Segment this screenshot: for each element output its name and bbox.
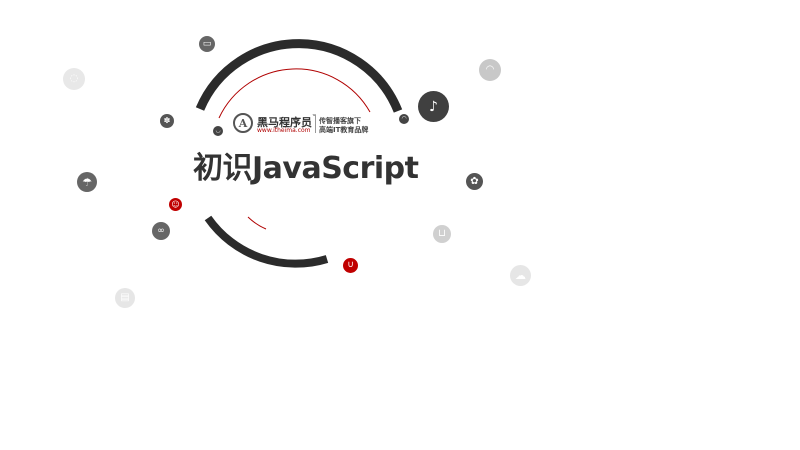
tv-icon: ▭ <box>199 36 215 52</box>
cloud-icon: ☁ <box>510 265 531 286</box>
magnet-icon: ∪ <box>343 258 358 273</box>
cart-icon: ⊔ <box>433 225 451 243</box>
gear-icon: ✿ <box>466 173 483 190</box>
slide: ▭ ◌ ◠ ♪ ✽ ◡ ◠ ☂ ✿ ☺ ∞ ⊔ ∪ ☁ ▤ A 黑马程序员™ w… <box>0 0 800 450</box>
outer-ring-bottom-arc <box>204 215 329 268</box>
umbrella-icon: ☂ <box>77 172 97 192</box>
heima-logo: A 黑马程序员™ www.itheima.com 传智播客旗下 高端IT教育品牌 <box>233 112 373 136</box>
shirt-icon: ◠ <box>399 114 409 124</box>
logo-divider <box>315 115 316 133</box>
slide-title: 初识JavaScript <box>193 151 419 186</box>
logo-slogan-line-2: 高端IT教育品牌 <box>319 126 369 134</box>
megaphone-icon: ♪ <box>418 91 449 122</box>
smile-icon: ☺ <box>169 198 182 211</box>
coffee-icon: ◡ <box>213 126 223 136</box>
inner-red-arc-bottom <box>247 216 267 230</box>
logo-url: www.itheima.com <box>257 127 311 134</box>
inner-red-arc-top <box>218 68 371 119</box>
decorative-rings <box>195 39 403 268</box>
chat-icon: ◌ <box>63 68 85 90</box>
binoculars-icon: ∞ <box>152 222 170 240</box>
logo-mark-icon: A <box>233 113 253 133</box>
dish-icon: ◠ <box>479 59 501 81</box>
printer-icon: ▤ <box>115 288 135 308</box>
paw-icon: ✽ <box>160 114 174 128</box>
